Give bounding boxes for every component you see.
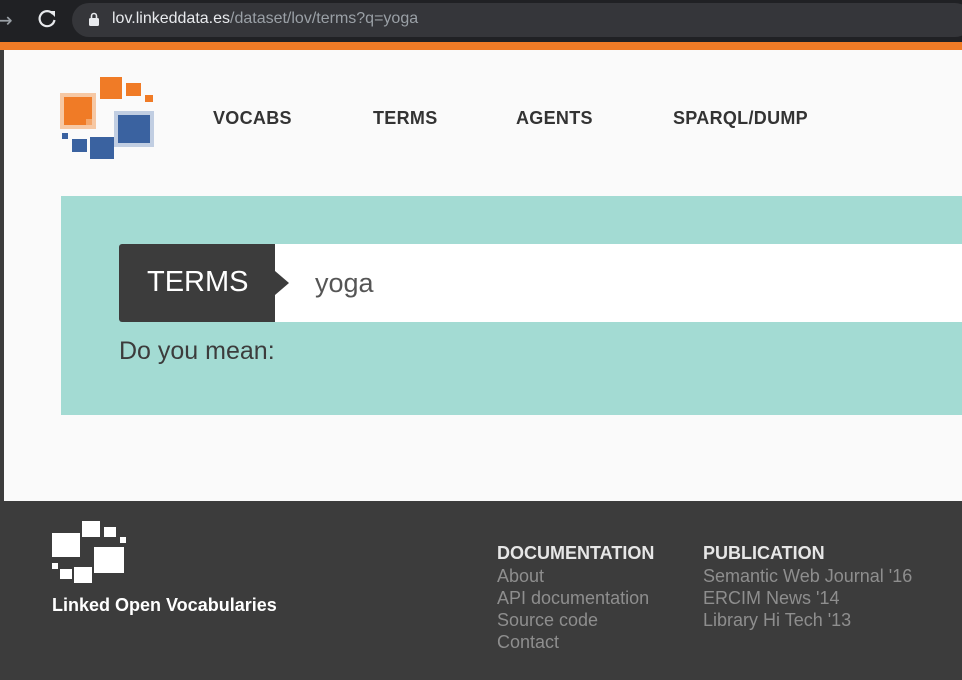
did-you-mean-text: Do you mean: <box>119 337 275 365</box>
footer-publication-title: PUBLICATION <box>703 543 825 563</box>
footer-link-library-hi-tech[interactable]: Library Hi Tech '13 <box>703 610 851 631</box>
lov-logo-icon[interactable] <box>60 75 155 160</box>
url-text[interactable]: lov.linkeddata.es/dataset/lov/terms?q=yo… <box>112 10 418 28</box>
search-tag-arrow-icon <box>275 271 289 295</box>
footer-documentation-title: DOCUMENTATION <box>497 543 655 563</box>
lov-footer-logo-icon[interactable] <box>50 519 128 587</box>
lock-icon <box>89 12 99 26</box>
footer-link-ercim-news[interactable]: ERCIM News '14 <box>703 588 839 609</box>
footer-link-contact[interactable]: Contact <box>497 632 559 653</box>
url-host: lov.linkeddata.es <box>112 10 230 27</box>
nav-vocabs[interactable]: VOCABS <box>213 108 292 129</box>
footer-site-name: Linked Open Vocabularies <box>52 595 277 615</box>
footer-link-semantic-web-journal[interactable]: Semantic Web Journal '16 <box>703 566 912 587</box>
reload-icon[interactable] <box>36 8 58 30</box>
url-path: /dataset/lov/terms?q=yoga <box>230 10 419 27</box>
forward-arrow-icon[interactable]: → <box>0 9 18 31</box>
nav-sparql-dump[interactable]: SPARQL/DUMP <box>673 108 808 129</box>
footer-link-source-code[interactable]: Source code <box>497 610 598 631</box>
nav-terms[interactable]: TERMS <box>373 108 438 129</box>
search-category-label: TERMS <box>147 266 249 298</box>
footer-link-api-documentation[interactable]: API documentation <box>497 588 649 609</box>
nav-agents[interactable]: AGENTS <box>516 108 593 129</box>
accent-strip <box>0 42 962 50</box>
search-input[interactable] <box>275 244 962 322</box>
footer-link-about[interactable]: About <box>497 566 544 587</box>
